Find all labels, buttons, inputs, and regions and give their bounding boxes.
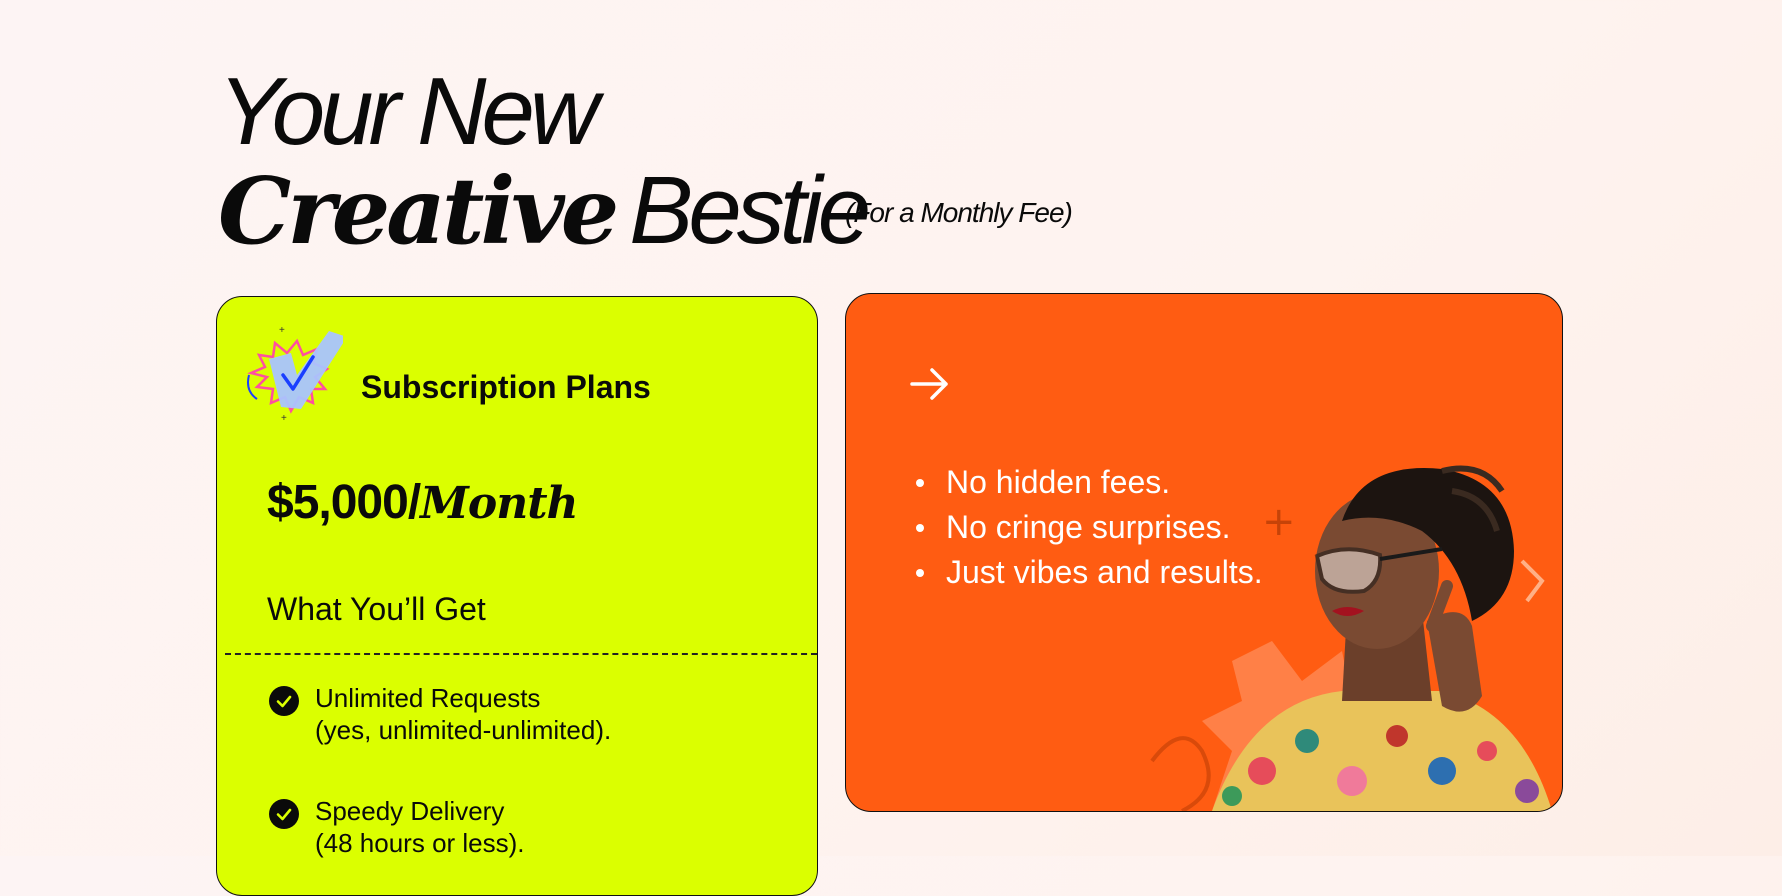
hero-title-line1: Your New: [218, 58, 599, 165]
bullet-dot-icon: [916, 569, 924, 577]
check-circle-icon: [269, 686, 299, 716]
plan-title: Subscription Plans: [361, 369, 651, 405]
bullet-dot-icon: [916, 479, 924, 487]
feature-text: Unlimited Requests (yes, unlimited-unlim…: [315, 682, 611, 746]
feature-detail: (yes, unlimited-unlimited).: [315, 715, 612, 745]
hero-title-serif-word: Creative: [218, 157, 619, 265]
feature-text: Speedy Delivery (48 hours or less).: [315, 795, 525, 859]
checkmark-badge-icon: + +: [247, 325, 343, 423]
feature-title: Speedy Delivery: [315, 796, 505, 826]
check-circle-icon: [269, 799, 299, 829]
price-amount: $5,000/: [267, 476, 421, 529]
subscription-plan-card: + + Subscription Plans $5,000/Month What…: [216, 296, 818, 896]
svg-text:+: +: [281, 413, 287, 423]
hero-fee-note: (For a Monthly Fee): [845, 197, 1073, 228]
promo-bullet-text: No hidden fees.: [946, 464, 1171, 500]
svg-text:+: +: [1262, 499, 1296, 545]
woman-portrait-image: +: [1150, 465, 1552, 811]
svg-text:+: +: [279, 325, 285, 336]
feature-item: Unlimited Requests (yes, unlimited-unlim…: [269, 682, 611, 746]
feature-title: Unlimited Requests: [315, 683, 541, 713]
feature-item: Speedy Delivery (48 hours or less).: [269, 795, 525, 859]
hero-title-line2: Creative Bestie: [218, 156, 871, 266]
dashed-divider: [225, 653, 817, 655]
plan-price: $5,000/Month: [267, 475, 579, 530]
promo-card: No hidden fees. No cringe surprises. Jus…: [845, 293, 1563, 812]
hero-title-sans-word: Bestie: [629, 157, 871, 264]
feature-detail: (48 hours or less).: [315, 828, 525, 858]
hero-heading: Your New Creative Bestie: [218, 58, 871, 266]
arrow-right-icon[interactable]: [906, 360, 954, 408]
bullet-dot-icon: [916, 524, 924, 532]
features-heading: What You’ll Get: [267, 591, 486, 627]
price-unit: Month: [420, 478, 578, 529]
